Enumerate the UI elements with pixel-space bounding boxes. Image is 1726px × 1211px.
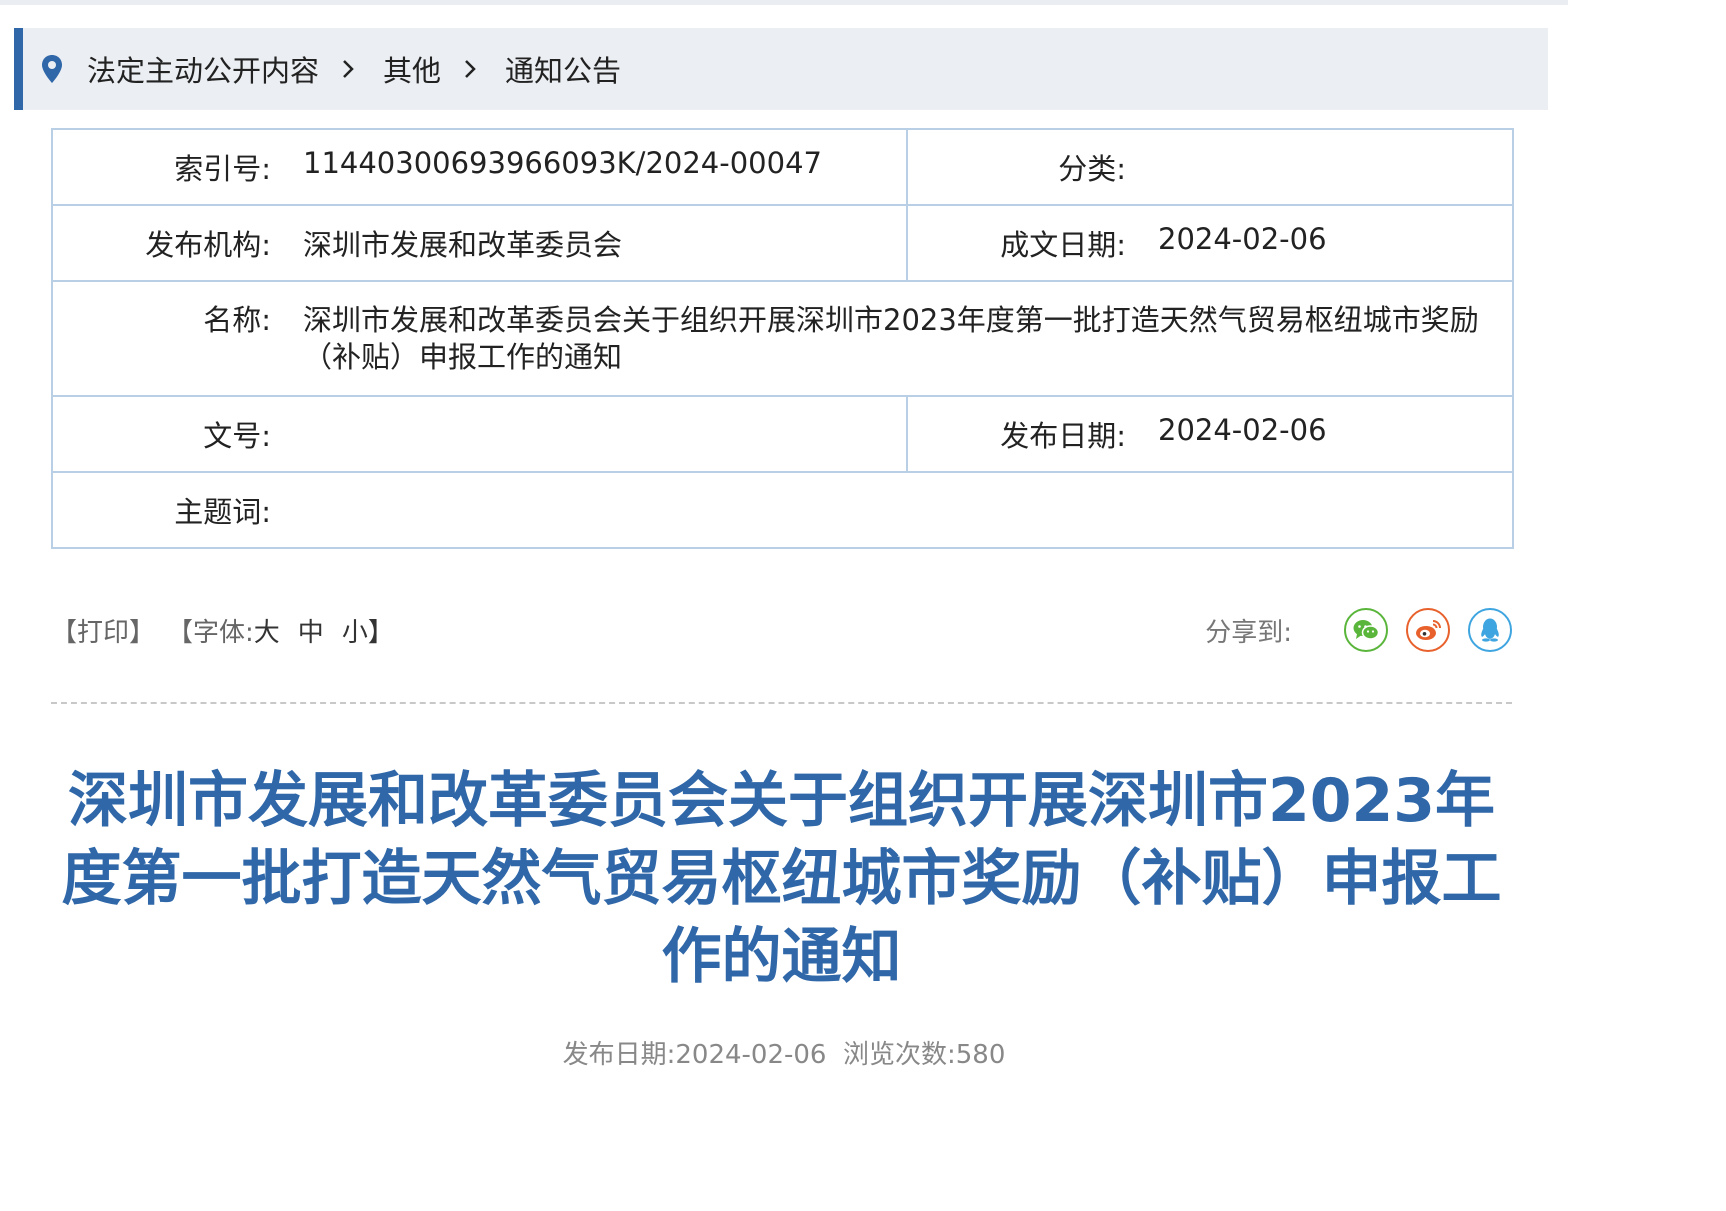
wechat-share-button[interactable] [1344,608,1388,652]
publish-date-info-value: 2024-02-06 [675,1040,827,1070]
top-strip [0,0,1568,5]
breadcrumb-item-public-content[interactable]: 法定主动公开内容 [87,48,319,90]
article-title: 深圳市发展和改革委员会关于组织开展深圳市2023年度第一批打造天然气贸易枢纽城市… [61,766,1502,992]
article-info: 发布日期:2024-02-06 浏览次数:580 [0,1034,1568,1071]
publisher-label: 发布机构: [145,228,271,262]
breadcrumb-item-notices[interactable]: 通知公告 [505,48,621,90]
wechat-icon [1353,620,1380,640]
qq-share-button[interactable] [1468,608,1512,652]
table-row: 主题词: [51,471,1514,549]
doc-number-label: 文号: [203,419,271,453]
font-size-label: 【字体: [167,617,254,648]
name-value: 深圳市发展和改革委员会关于组织开展深圳市2023年度第一批打造天然气贸易枢纽城市… [303,302,1479,374]
index-label: 索引号: [174,152,271,186]
view-count-label: 浏览次数: [843,1040,956,1070]
publisher-value: 深圳市发展和改革委员会 [303,228,623,262]
publish-date-info-label: 发布日期: [562,1040,676,1070]
publish-date-label: 发布日期: [1000,419,1126,453]
weibo-share-button[interactable] [1406,608,1450,652]
table-row: 发布机构: 深圳市发展和改革委员会 成文日期: 2024-02-06 [51,204,1514,282]
table-row: 文号: 发布日期: 2024-02-06 [51,395,1514,473]
document-metadata-table: 索引号: 11440300693966093K/2024-00047 分类: 发… [51,128,1514,549]
font-medium-button[interactable]: 中 [298,612,324,649]
weibo-icon [1416,620,1441,640]
written-date-label: 成文日期: [1000,228,1126,262]
doc-number-cell: 文号: [51,395,908,473]
font-small-button[interactable]: 小】 [342,612,394,649]
chevron-right-icon [463,58,477,80]
chevron-right-icon [341,58,355,80]
share-label: 分享到: [1205,617,1292,648]
breadcrumb: 法定主动公开内容 其他 通知公告 [14,28,1548,110]
written-date-cell: 成文日期: 2024-02-06 [906,204,1514,282]
table-row: 名称: 深圳市发展和改革委员会关于组织开展深圳市2023年度第一批打造天然气贸易… [51,280,1514,397]
publish-date-value: 2024-02-06 [1158,413,1327,447]
name-cell: 名称: 深圳市发展和改革委员会关于组织开展深圳市2023年度第一批打造天然气贸易… [51,280,1514,397]
view-count-value: 580 [955,1040,1006,1070]
breadcrumb-item-other[interactable]: 其他 [383,48,441,90]
print-button[interactable]: 【打印】 [51,612,155,649]
dashed-divider [51,702,1512,704]
qq-icon [1481,618,1499,642]
keywords-cell: 主题词: [51,471,1514,549]
index-value: 11440300693966093K/2024-00047 [303,146,822,180]
location-pin-icon [39,52,65,86]
font-large-button[interactable]: 大 [254,612,280,649]
index-cell: 索引号: 11440300693966093K/2024-00047 [51,128,908,206]
category-label: 分类: [1058,152,1126,186]
publisher-cell: 发布机构: 深圳市发展和改革委员会 [51,204,908,282]
name-label: 名称: [203,302,271,337]
article-toolbar: 【打印】 【字体: 大 中 小】 分享到: [51,600,1512,660]
keywords-label: 主题词: [174,495,271,529]
category-cell: 分类: [906,128,1514,206]
publish-date-cell: 发布日期: 2024-02-06 [906,395,1514,473]
written-date-value: 2024-02-06 [1158,222,1327,256]
table-row: 索引号: 11440300693966093K/2024-00047 分类: [51,128,1514,206]
